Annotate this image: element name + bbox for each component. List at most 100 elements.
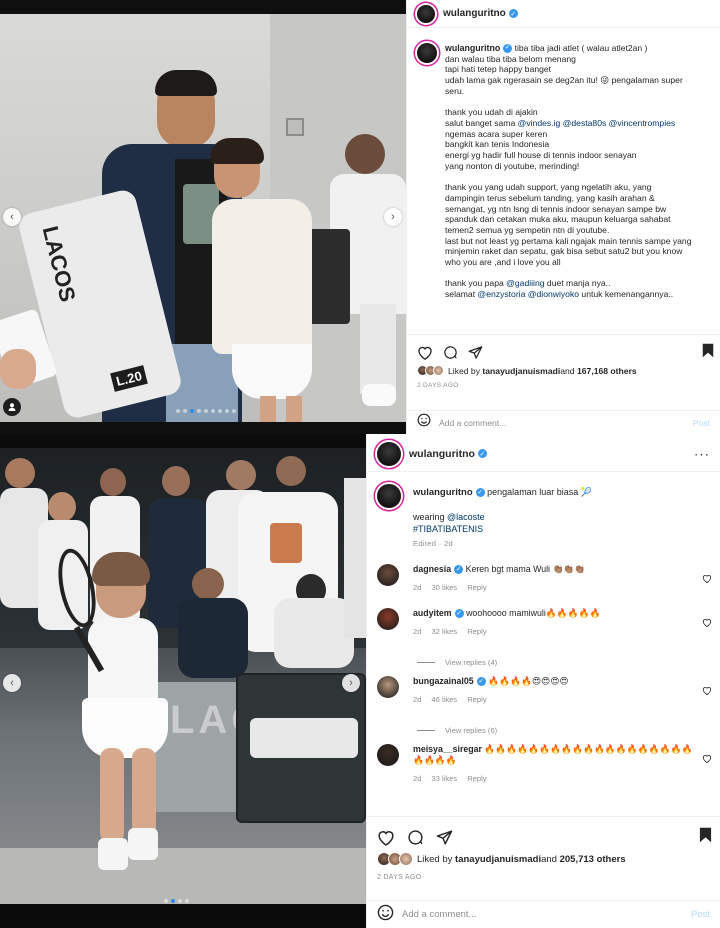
reply-button[interactable]: Reply: [467, 695, 486, 704]
carousel-dot: [171, 899, 175, 903]
post-2-header: wulanguritno ✓ ···: [367, 436, 720, 472]
caption-line: tiba tiba jadi atlet ( walau atlet2an ): [514, 43, 648, 53]
comment-text: woohoooo mamiwuli🔥🔥🔥🔥🔥: [466, 608, 601, 618]
caption-avatar[interactable]: [377, 484, 401, 508]
avatar[interactable]: [377, 441, 401, 466]
post-2-caption: wulanguritno ✓ pengalaman luar biasa 🎾 we…: [367, 472, 720, 550]
likes-count[interactable]: 167,168 others: [577, 366, 637, 376]
commenter-username[interactable]: meisya__siregar: [413, 744, 482, 754]
carousel-dot: [232, 409, 236, 413]
mention-link[interactable]: @dionwiyoko: [528, 289, 579, 299]
reply-button[interactable]: Reply: [467, 774, 486, 783]
caption-line: thank you papa: [445, 278, 507, 289]
emoji-icon[interactable]: [377, 904, 394, 926]
carousel-indicator: [176, 409, 236, 413]
post-2-username[interactable]: wulanguritno: [409, 448, 475, 460]
carousel-dot: [183, 409, 187, 413]
comment-input[interactable]: Add a comment...: [439, 418, 693, 428]
view-replies-button[interactable]: View replies (6): [367, 726, 497, 735]
mention-link[interactable]: @vindes.ig: [518, 118, 561, 128]
verified-icon: ✓: [503, 44, 513, 54]
liked-by-user[interactable]: tanayudjanuismadi: [455, 854, 541, 865]
next-arrow-button[interactable]: ›: [384, 208, 402, 226]
caption-username[interactable]: wulanguritno: [413, 487, 473, 498]
liked-by-user[interactable]: tanayudjanuismadi: [482, 366, 560, 376]
comment-heart-icon[interactable]: [702, 750, 712, 768]
avatar[interactable]: [417, 4, 435, 23]
reply-button[interactable]: Reply: [467, 627, 486, 636]
view-replies-button[interactable]: View replies (4): [367, 658, 497, 667]
post-1-photo[interactable]: LACOS L.20 ‹ ›: [0, 0, 406, 434]
carousel-dot: [197, 409, 201, 413]
previous-arrow-button[interactable]: ‹: [3, 674, 21, 692]
caption-username[interactable]: wulanguritno: [445, 43, 500, 53]
heart-icon[interactable]: [417, 345, 433, 360]
share-icon[interactable]: [436, 829, 453, 846]
comment-likes[interactable]: 33 likes: [431, 774, 457, 783]
comment-heart-icon[interactable]: [702, 682, 712, 700]
mention-link[interactable]: @lacoste: [447, 512, 485, 522]
comment-age: 2d: [413, 774, 422, 783]
view-replies-label: View replies (6): [445, 726, 498, 735]
mention-link[interactable]: @enzystoria: [477, 289, 525, 299]
bookmark-icon[interactable]: [699, 827, 712, 848]
caption-text: wearing: [413, 512, 448, 522]
mention-link[interactable]: @gadiiing: [506, 278, 544, 288]
commenter-username[interactable]: bungazainal05: [413, 676, 474, 686]
comment-age: 2d: [413, 583, 422, 592]
heart-icon[interactable]: [377, 829, 395, 846]
comment-text: 🔥🔥🔥🔥😍😍😍😍: [488, 676, 569, 686]
caption-line: ngemas acara super keren: [445, 128, 548, 139]
liker-avatars: [417, 365, 444, 376]
post-1-add-comment: Add a comment... Post: [407, 410, 720, 434]
commenter-username[interactable]: audyitem: [413, 608, 452, 618]
mention-link[interactable]: @desta80s: [563, 118, 607, 128]
caption-line: udah lama gak ngerasain se deg2an itu! 😜…: [445, 75, 683, 86]
comment-likes[interactable]: 30 likes: [431, 583, 457, 592]
post-comment-button[interactable]: Post: [691, 909, 710, 920]
commenter-avatar[interactable]: [377, 744, 399, 766]
liked-by-label: Liked by: [417, 853, 453, 865]
post-comment-button[interactable]: Post: [693, 418, 710, 428]
commenter-avatar[interactable]: [377, 676, 399, 698]
comment-age: 2d: [413, 695, 422, 704]
post-2-photo[interactable]: LACOSTE SUSU ‹ ›: [0, 434, 366, 928]
carousel-dot: [218, 409, 222, 413]
next-arrow-button[interactable]: ›: [342, 674, 360, 692]
caption-line: untuk kemenangannya..: [579, 289, 674, 300]
post-time: 2 DAYS AGO: [377, 874, 422, 881]
mention-link[interactable]: @vincentrompies: [609, 118, 676, 128]
tagged-people-button[interactable]: [3, 398, 21, 416]
liked-by-label: and: [541, 853, 557, 865]
user-icon: [8, 403, 16, 411]
previous-arrow-button[interactable]: ‹: [3, 208, 21, 226]
caption-avatar[interactable]: [417, 43, 437, 63]
post-2-panel: wulanguritno ✓ ··· wulanguritno ✓ pengala…: [366, 434, 720, 928]
commenter-avatar[interactable]: [377, 564, 399, 586]
comment-icon[interactable]: [443, 345, 458, 360]
hashtag-link[interactable]: #TIBATIBATENIS: [413, 523, 710, 535]
verified-icon: ✓: [454, 609, 464, 619]
likes-count[interactable]: 205,713 others: [560, 854, 626, 865]
post-1-username[interactable]: wulanguritno: [443, 8, 506, 19]
comment-icon[interactable]: [407, 829, 424, 846]
commenter-avatar[interactable]: [377, 608, 399, 630]
comment-heart-icon[interactable]: [702, 614, 712, 632]
comment-likes[interactable]: 46 likes: [431, 695, 457, 704]
carousel-dot: [204, 409, 208, 413]
caption-line: energi yg hadir full house di tennis ind…: [445, 150, 637, 161]
post-2-image: LACOSTE SUSU: [0, 448, 366, 904]
bookmark-icon[interactable]: [702, 343, 714, 363]
reply-button[interactable]: Reply: [467, 583, 486, 592]
carousel-dot: [225, 409, 229, 413]
carousel-dot: [178, 899, 182, 903]
comment-likes[interactable]: 32 likes: [431, 627, 457, 636]
commenter-username[interactable]: dagnesia: [413, 564, 451, 574]
share-icon[interactable]: [468, 345, 483, 360]
comment-heart-icon[interactable]: [702, 570, 712, 588]
comment-input[interactable]: Add a comment...: [402, 909, 691, 920]
more-options-icon[interactable]: ···: [694, 446, 710, 461]
comment-item: bungazainal05 ✓ 🔥🔥🔥🔥😍😍😍😍 2d 46 likes Reply: [367, 676, 720, 705]
caption-line: selamat: [445, 289, 478, 300]
emoji-icon[interactable]: [417, 413, 431, 432]
